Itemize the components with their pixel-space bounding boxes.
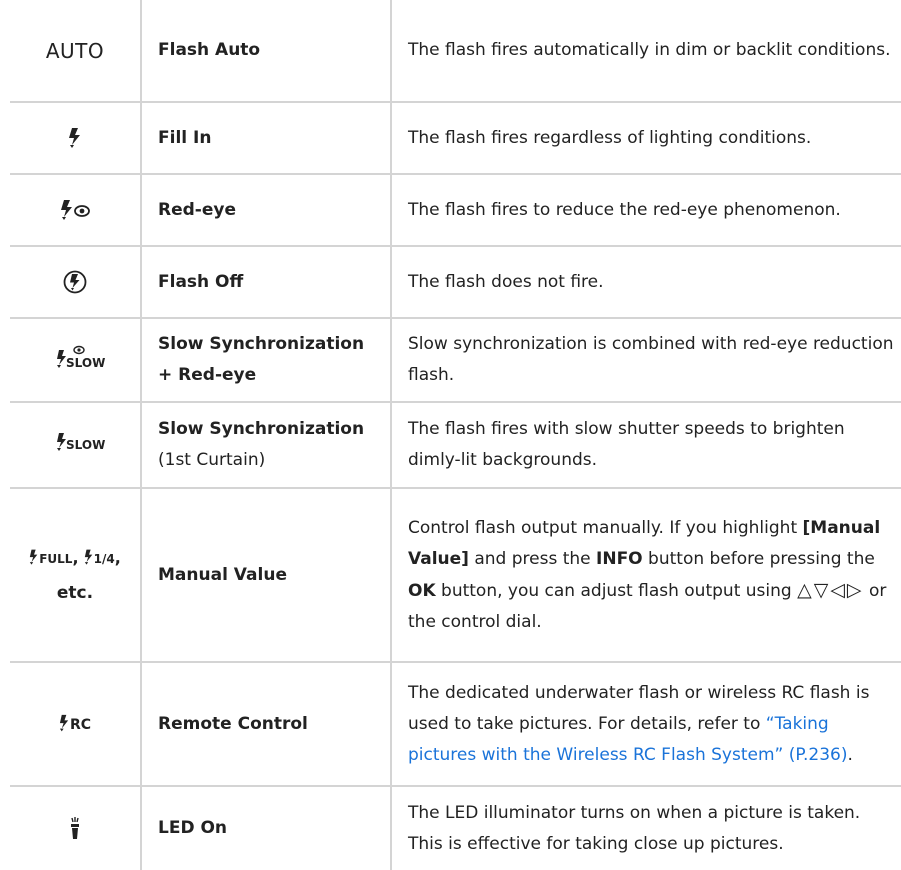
- mode-description: The flash does not fire.: [391, 246, 901, 319]
- led-illuminator-icon: [71, 816, 79, 839]
- table-row: FULL, 1/4, etc. Manual Value Control fla…: [10, 488, 901, 663]
- mode-name-sub: (1st Curtain): [158, 450, 266, 470]
- mode-name: Red-eye: [158, 199, 236, 220]
- mode-icon-cell: SLOW: [10, 318, 142, 403]
- quarter-label: 1/4: [93, 551, 115, 566]
- mode-icon-cell: AUTO: [10, 0, 142, 103]
- mode-name-cell: Slow Synchronization (1st Curtain): [141, 402, 392, 489]
- mode-name-cell: Flash Off: [141, 246, 392, 319]
- table-row: LED On The LED illuminator turns on when…: [10, 786, 901, 870]
- mode-name: Fill In: [158, 127, 212, 148]
- mode-name-cell: Manual Value: [141, 488, 392, 663]
- info-button-ref: INFO: [596, 548, 643, 569]
- mode-name: Slow Synchronization: [158, 334, 365, 354]
- mode-description: The flash fires with slow shutter speeds…: [391, 402, 901, 489]
- flash-auto-icon: AUTO: [45, 38, 105, 63]
- table-row: SLOW Slow Synchronization + Red-eye Slow…: [10, 318, 901, 403]
- mode-name-cell: Slow Synchronization + Red-eye: [141, 318, 392, 403]
- mode-name: Flash Auto: [158, 40, 261, 60]
- slow-label: SLOW: [66, 356, 106, 370]
- mode-description: The flash fires automatically in dim or …: [391, 0, 901, 103]
- arrow-keys-icon: △▽◁▷: [797, 578, 864, 601]
- mode-icon-cell: FULL, 1/4, etc.: [10, 488, 142, 663]
- mode-name: Flash Off: [158, 271, 244, 292]
- table-row: AUTO Flash Auto The flash fires automati…: [10, 0, 901, 103]
- table-row: RC Remote Control The dedicated underwat…: [10, 662, 901, 787]
- mode-icon-cell: [10, 786, 142, 870]
- mode-name-cell: Red-eye: [141, 174, 392, 247]
- mode-description: The flash fires to reduce the red-eye ph…: [391, 174, 901, 247]
- mode-name: Manual Value: [158, 564, 287, 585]
- mode-icon-cell: [10, 174, 142, 247]
- flash-fill-in-icon: [69, 128, 80, 149]
- mode-icon-cell: RC: [10, 662, 142, 787]
- mode-name-cell: Flash Auto: [141, 0, 392, 103]
- mode-name: Remote Control: [158, 713, 308, 734]
- mode-name: LED On: [158, 818, 228, 838]
- mode-description: Control flash output manually. If you hi…: [391, 488, 901, 663]
- rc-label: RC: [69, 716, 92, 733]
- mode-name-line2: + Red-eye: [158, 365, 257, 385]
- flash-red-eye-icon: [61, 200, 90, 221]
- mode-icon-cell: [10, 102, 142, 175]
- ok-button-ref: OK: [408, 580, 436, 601]
- mode-icon-cell: [10, 246, 142, 319]
- mode-description: The LED illuminator turns on when a pict…: [408, 802, 861, 854]
- mode-description: The dedicated underwater flash or wirele…: [391, 662, 901, 787]
- mode-name: Slow Synchronization: [158, 419, 365, 439]
- table-row: Red-eye The flash fires to reduce the re…: [10, 174, 901, 247]
- table-row: SLOW Slow Synchronization (1st Curtain) …: [10, 402, 901, 489]
- flash-off-icon: [63, 270, 87, 294]
- flash-slow-icon: SLOW: [56, 433, 105, 453]
- mode-description: Slow synchronization is combined with re…: [391, 318, 901, 403]
- table-row: Flash Off The flash does not fire.: [10, 246, 901, 319]
- etc-label: etc.: [56, 582, 94, 603]
- mode-icon-cell: SLOW: [10, 402, 142, 489]
- slow-label: SLOW: [66, 438, 106, 452]
- mode-name-cell: LED On: [141, 786, 392, 870]
- full-label: FULL: [39, 551, 73, 566]
- flash-remote-icon: RC: [59, 714, 91, 733]
- mode-description: The flash fires regardless of lighting c…: [391, 102, 901, 175]
- flash-manual-icon: FULL, 1/4, etc.: [29, 541, 121, 610]
- flash-mode-table: AUTO Flash Auto The flash fires automati…: [10, 0, 901, 870]
- table-row: Fill In The flash fires regardless of li…: [10, 102, 901, 175]
- mode-name-cell: Fill In: [141, 102, 392, 175]
- flash-slow-red-eye-icon: SLOW: [56, 345, 105, 371]
- mode-name-cell: Remote Control: [141, 662, 392, 787]
